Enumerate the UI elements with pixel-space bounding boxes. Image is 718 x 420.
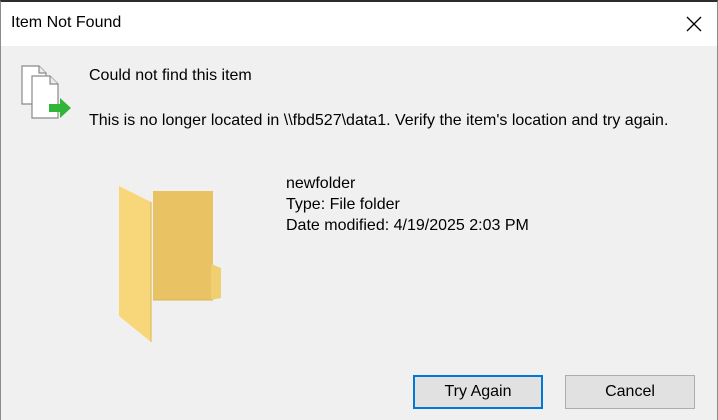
error-message: This is no longer located in \\fbd527\da… xyxy=(89,112,669,129)
item-details: newfolder Type: File folder Date modifie… xyxy=(286,173,529,236)
close-button[interactable] xyxy=(671,2,717,46)
item-not-found-dialog: Item Not Found Could not find this item … xyxy=(0,0,718,420)
cancel-button[interactable]: Cancel xyxy=(565,375,695,409)
close-icon xyxy=(686,16,702,32)
item-type: Type: File folder xyxy=(286,196,400,213)
dialog-body: Could not find this item This is no long… xyxy=(1,46,717,420)
item-date-modified: Date modified: 4/19/2025 2:03 PM xyxy=(286,217,529,234)
missing-file-icon xyxy=(21,65,71,119)
error-heading: Could not find this item xyxy=(89,67,252,84)
try-again-button[interactable]: Try Again xyxy=(413,375,543,409)
title-bar: Item Not Found xyxy=(1,2,717,46)
item-name: newfolder xyxy=(286,175,356,192)
folder-icon xyxy=(119,186,221,342)
window-title: Item Not Found xyxy=(11,14,122,31)
